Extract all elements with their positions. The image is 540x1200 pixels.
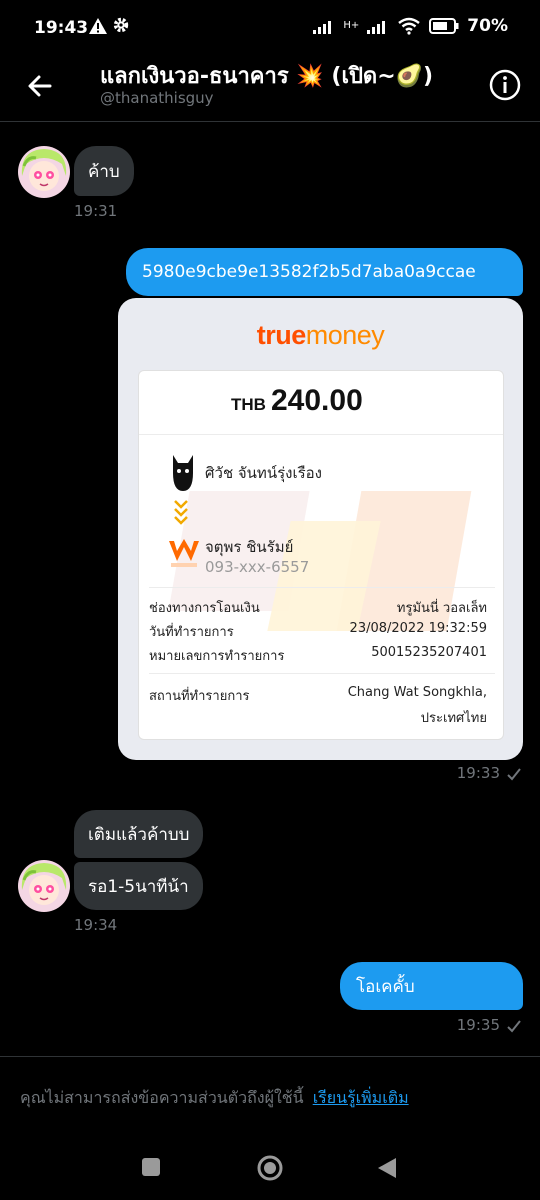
message-timestamp: 19:34: [74, 916, 118, 934]
logo-true-text: true: [256, 320, 307, 350]
sent-check-icon: [507, 767, 521, 780]
message-bubble-outgoing[interactable]: 5980e9cbe9e13582f2b5d7aba0a9ccae: [126, 248, 523, 296]
warning-icon: [89, 18, 107, 34]
gear-icon: [113, 17, 129, 33]
amount-value: 240.00: [271, 384, 363, 417]
location-value-line2: ประเทศไทย: [420, 711, 487, 726]
battery-percent: 70%: [467, 16, 508, 36]
detail-label: วันที่ทำรายการ: [149, 625, 234, 640]
receiver-name: จตุพร ชินรัมย์: [205, 538, 294, 556]
detail-label: หมายเลขการทำรายการ: [149, 649, 285, 664]
battery-icon: [429, 18, 459, 34]
conversation-handle[interactable]: @thanathisguy: [100, 89, 214, 107]
message-text: รอ1-5นาทีน้า: [88, 876, 189, 897]
message-timestamp: 19:35: [457, 1016, 522, 1034]
message-bubble-incoming[interactable]: เติมแล้วค้าบบ: [74, 810, 204, 858]
location-label: สถานที่ทำรายการ: [149, 689, 250, 704]
timestamp-text: 19:33: [456, 764, 500, 782]
message-text: เติมแล้วค้าบบ: [88, 824, 190, 845]
avatar-image: [18, 146, 70, 198]
notice-text: คุณไม่สามารถส่งข้อความส่วนตัวถึงผู้ใช้นี…: [20, 1088, 304, 1107]
signal-icon-2: [367, 21, 386, 34]
attached-receipt-image[interactable]: truemoney THB 240.00 ศิวัช จันทน์รุ่งเรื…: [118, 298, 523, 760]
truemoney-logo: truemoney: [118, 320, 523, 351]
amount-currency: THB: [231, 395, 266, 414]
signal-icon: [313, 21, 332, 34]
status-bar: 19:43 H+ 70%: [0, 0, 540, 56]
amount-row: THB 240.00: [139, 371, 503, 435]
detail-value: 50015235207401: [371, 645, 487, 660]
message-text: 5980e9cbe9e13582f2b5d7aba0a9ccae: [142, 262, 476, 282]
location-value-line1: Chang Wat Songkhla,: [347, 685, 487, 700]
message-text: ค้าบ: [88, 161, 120, 182]
info-icon[interactable]: [488, 68, 522, 102]
message-text: โอเคคั้บ: [356, 976, 415, 997]
back-arrow-icon[interactable]: [22, 68, 58, 104]
message-timestamp: 19:31: [74, 202, 118, 220]
learn-more-link[interactable]: เรียนรู้เพิ่มเติม: [313, 1088, 409, 1107]
avatar-image: [18, 860, 70, 912]
dm-restricted-notice: คุณไม่สามารถส่งข้อความส่วนตัวถึงผู้ใช้นี…: [20, 1086, 409, 1111]
divider: [149, 587, 495, 588]
status-time: 19:43: [34, 18, 89, 38]
message-bubble-incoming[interactable]: ค้าบ: [74, 146, 134, 196]
sent-check-icon: [507, 1019, 521, 1032]
black-cat-icon: [173, 455, 193, 491]
avatar[interactable]: [18, 146, 70, 198]
sender-name: ศิวัช จันทน์รุ่งเรือง: [205, 464, 322, 482]
detail-value: 23/08/2022 19:32:59: [349, 621, 487, 636]
truemoney-wallet-icon: [169, 539, 199, 567]
message-bubble-incoming[interactable]: รอ1-5นาทีน้า: [74, 862, 203, 910]
receiver-phone: 093-xxx-6557: [205, 558, 310, 576]
detail-value: ทรูมันนี่ วอลเล็ท: [396, 601, 487, 616]
message-timestamp: 19:33: [457, 764, 522, 782]
timestamp-text: 19:35: [456, 1016, 500, 1034]
divider: [149, 673, 495, 674]
back-nav-icon[interactable]: [376, 1156, 398, 1180]
chevron-down-icon: [174, 500, 188, 525]
conversation-header: แลกเงินวอ-ธนาคาร 💥 (เปิด~🥑) @thanathisgu…: [0, 56, 540, 122]
wifi-icon: [398, 17, 421, 35]
receipt-card: THB 240.00 ศิวัช จันทน์รุ่งเรือง จตุพร ช…: [138, 370, 504, 740]
message-bubble-outgoing[interactable]: โอเคคั้บ: [340, 962, 523, 1010]
network-type: H+: [343, 20, 360, 31]
avatar[interactable]: [18, 860, 70, 912]
home-icon[interactable]: [256, 1154, 284, 1182]
detail-label: ช่องทางการโอนเงิน: [149, 601, 260, 616]
recent-apps-icon[interactable]: [141, 1157, 161, 1177]
divider: [0, 1056, 540, 1057]
conversation-title[interactable]: แลกเงินวอ-ธนาคาร 💥 (เปิด~🥑): [100, 58, 433, 93]
status-right-group: H+ 70%: [313, 16, 508, 36]
logo-money-text: money: [305, 320, 385, 350]
